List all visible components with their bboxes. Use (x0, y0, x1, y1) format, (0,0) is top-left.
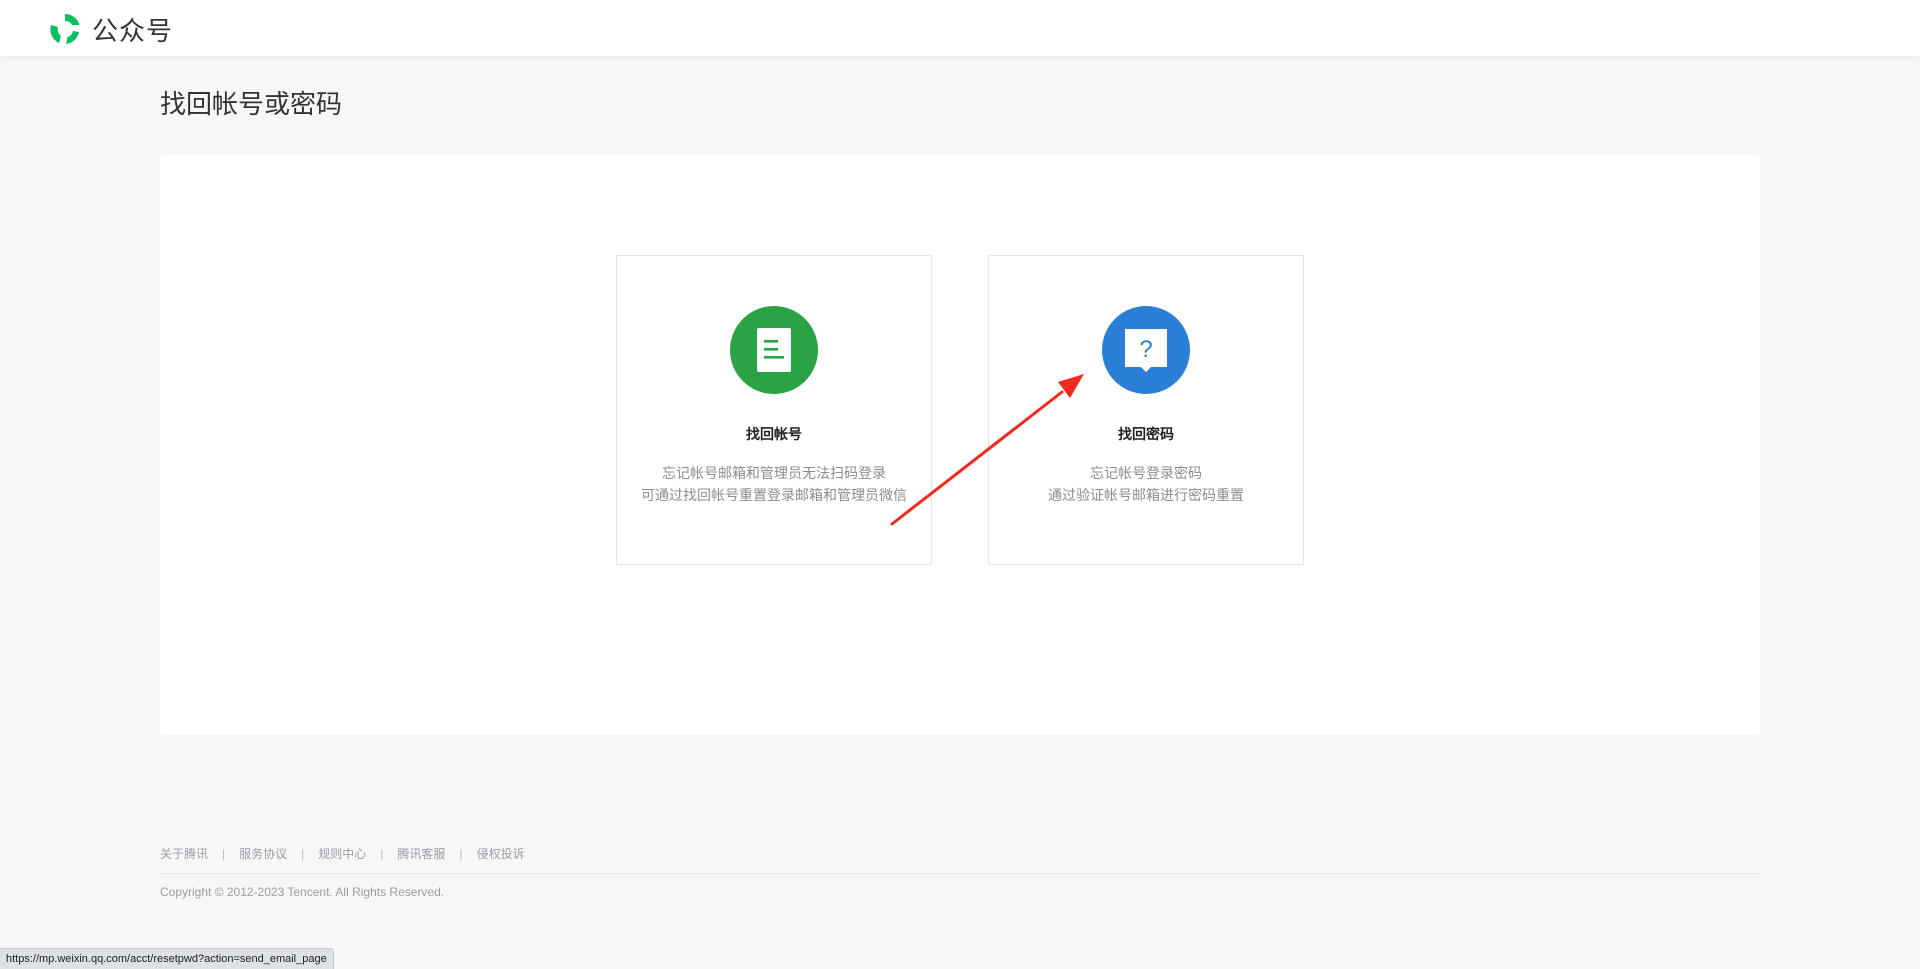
footer-link-rules-center[interactable]: 规则中心 (318, 845, 366, 862)
weixin-mp-logo-icon (50, 13, 80, 44)
footer-separator: | (380, 846, 384, 861)
recover-account-title: 找回帐号 (746, 426, 802, 442)
status-bar-url: https://mp.weixin.qq.com/acct/resetpwd?a… (0, 948, 334, 969)
recover-password-card[interactable]: ? 找回密码 忘记帐号登录密码 通过验证帐号邮箱进行密码重置 (988, 255, 1304, 565)
recover-account-icon-circle (730, 306, 818, 394)
recover-password-desc-line-2: 通过验证帐号邮箱进行密码重置 (1048, 487, 1244, 503)
main-panel: 找回帐号 忘记帐号邮箱和管理员无法扫码登录 可通过找回帐号重置登录邮箱和管理员微… (160, 155, 1760, 735)
footer-separator: | (301, 846, 305, 861)
footer-links: 关于腾讯 | 服务协议 | 规则中心 | 腾讯客服 | 侵权投诉 (160, 845, 525, 862)
recover-account-desc-line-1: 忘记帐号邮箱和管理员无法扫码登录 (662, 465, 886, 481)
recover-account-card[interactable]: 找回帐号 忘记帐号邮箱和管理员无法扫码登录 可通过找回帐号重置登录邮箱和管理员微… (616, 255, 932, 565)
recover-account-desc-line-2: 可通过找回帐号重置登录邮箱和管理员微信 (641, 487, 907, 503)
footer-separator: | (222, 846, 226, 861)
page-title: 找回帐号或密码 (160, 89, 343, 119)
copyright-text: Copyright © 2012-2023 Tencent. All Right… (160, 885, 445, 899)
footer-link-infringement-report[interactable]: 侵权投诉 (477, 845, 525, 862)
top-bar: 公众号 (0, 0, 1920, 57)
footer-separator: | (459, 846, 463, 861)
footer-link-customer-service[interactable]: 腾讯客服 (397, 845, 445, 862)
brand-name: 公众号 (92, 15, 174, 46)
question-bubble-icon: ? (1125, 329, 1167, 372)
recover-password-title: 找回密码 (1118, 426, 1174, 442)
footer-divider (160, 873, 1760, 874)
recover-password-desc-line-1: 忘记帐号登录密码 (1090, 465, 1202, 481)
recover-account-description: 忘记帐号邮箱和管理员无法扫码登录 可通过找回帐号重置登录邮箱和管理员微信 (617, 462, 931, 506)
svg-text:?: ? (1139, 336, 1152, 363)
footer-link-about[interactable]: 关于腾讯 (160, 845, 208, 862)
document-icon (757, 328, 791, 372)
recover-password-icon-circle: ? (1102, 306, 1190, 394)
brand-link[interactable]: 公众号 (46, 9, 173, 49)
footer-link-service-agreement[interactable]: 服务协议 (239, 845, 287, 862)
recover-password-description: 忘记帐号登录密码 通过验证帐号邮箱进行密码重置 (989, 462, 1303, 506)
